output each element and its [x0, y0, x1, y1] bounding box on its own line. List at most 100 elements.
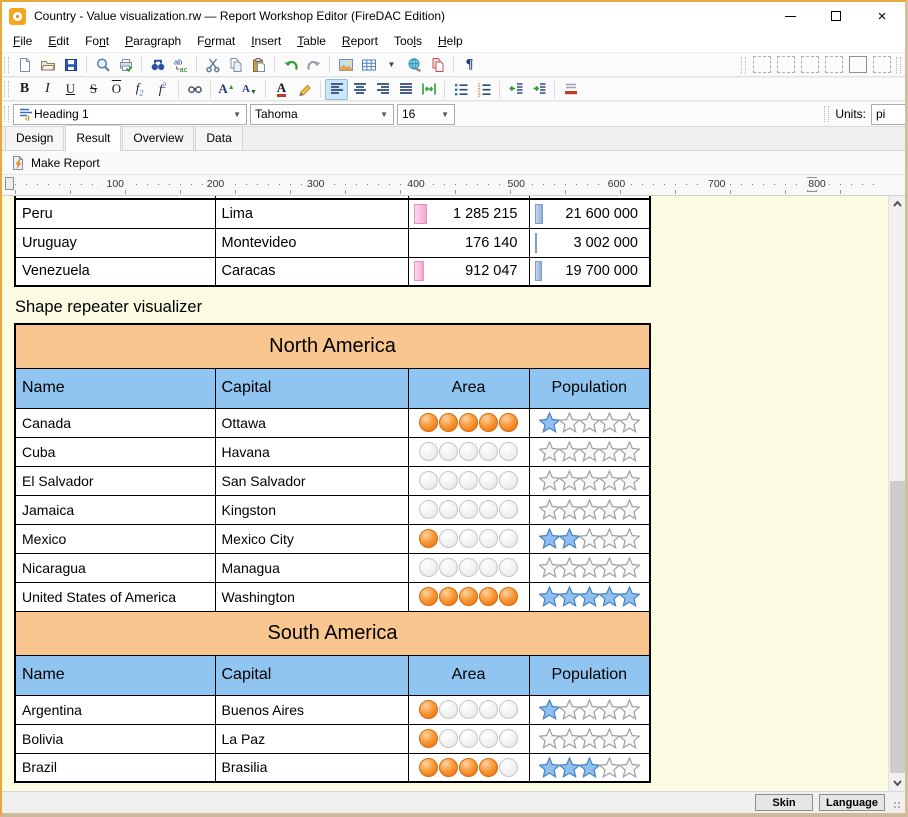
save-button[interactable] [59, 54, 82, 75]
numbered-list-button[interactable]: 123 [472, 79, 495, 100]
maximize-icon [831, 11, 841, 21]
font-name-combo[interactable]: Tahoma ▼ [250, 104, 394, 125]
pilcrow-button[interactable]: ¶ [458, 54, 481, 75]
menu-font[interactable]: Font [77, 31, 117, 51]
scroll-down-button[interactable] [889, 774, 906, 791]
tab-design[interactable]: Design [5, 126, 64, 150]
zoom-button[interactable] [91, 54, 114, 75]
border-4-button[interactable] [825, 56, 843, 73]
star-filled-icon [539, 412, 560, 433]
circle-empty-icon [479, 442, 498, 461]
bullet-list-button[interactable] [449, 79, 472, 100]
menu-paragraph[interactable]: Paragraph [117, 31, 189, 51]
country-name-cell: El Salvador [15, 466, 215, 495]
font-name-value: Tahoma [255, 107, 298, 121]
table-dropdown-button[interactable]: ▼ [380, 54, 403, 75]
menu-tools[interactable]: Tools [386, 31, 430, 51]
hyphenation-button[interactable] [183, 79, 206, 100]
tab-result[interactable]: Result [65, 125, 121, 151]
border-2-button[interactable] [777, 56, 795, 73]
menu-insert[interactable]: Insert [243, 31, 289, 51]
tab-data[interactable]: Data [195, 126, 242, 150]
align-right-button[interactable] [371, 79, 394, 100]
star-empty-icon [599, 470, 620, 491]
bold-button[interactable]: B [13, 79, 36, 100]
insert-image-button[interactable] [334, 54, 357, 75]
hyperlink-button[interactable] [403, 54, 426, 75]
menu-format[interactable]: Format [189, 31, 243, 51]
circle-empty-icon [499, 700, 518, 719]
justify-button[interactable] [394, 79, 417, 100]
underline-icon: U [66, 81, 75, 97]
toolbar-grip [4, 57, 9, 73]
italic-button[interactable]: I [36, 79, 59, 100]
border-5-button[interactable] [849, 56, 867, 73]
star-empty-icon [579, 557, 600, 578]
make-report-button[interactable]: Make Report [31, 156, 100, 170]
outdent-button[interactable] [504, 79, 527, 100]
capital-cell: Lima [215, 199, 408, 228]
close-button[interactable]: × [859, 2, 905, 30]
resize-grip[interactable] [894, 802, 902, 810]
print-button[interactable] [114, 54, 137, 75]
border-3-button[interactable] [801, 56, 819, 73]
new-document-button[interactable] [13, 54, 36, 75]
find-button[interactable] [146, 54, 169, 75]
language-button[interactable]: Language [819, 794, 885, 811]
population-rating-cell [529, 582, 650, 611]
redo-button[interactable] [302, 54, 325, 75]
horizontal-line-button[interactable] [559, 79, 582, 100]
menu-help[interactable]: Help [430, 31, 471, 51]
align-left-button[interactable] [325, 79, 348, 100]
replace-button[interactable]: abac [169, 54, 192, 75]
circle-empty-icon [439, 500, 458, 519]
paste-button[interactable] [247, 54, 270, 75]
ruler-left-marker[interactable] [5, 177, 14, 190]
skin-button[interactable]: Skin [755, 794, 813, 811]
cut-button[interactable] [201, 54, 224, 75]
scrollbar-thumb[interactable] [890, 481, 905, 773]
copy-button[interactable] [224, 54, 247, 75]
area-rating-cell [408, 582, 529, 611]
maximize-button[interactable] [813, 2, 859, 30]
scroll-up-button[interactable] [889, 196, 906, 213]
units-combo[interactable]: pi [871, 104, 908, 125]
toolbar-grip [896, 57, 901, 73]
grow-font-button[interactable]: A▲ [215, 79, 238, 100]
open-button[interactable] [36, 54, 59, 75]
align-center-button[interactable] [348, 79, 371, 100]
fit-width-button[interactable] [417, 79, 440, 100]
subscript-button[interactable]: f2 [128, 79, 151, 100]
border-6-button[interactable] [873, 56, 891, 73]
highlight-button[interactable] [293, 79, 316, 100]
border-1-button[interactable] [753, 56, 771, 73]
vertical-scrollbar[interactable] [888, 196, 905, 791]
capital-cell: Brasilia [215, 753, 408, 782]
font-size-combo[interactable]: 16 ▼ [397, 104, 455, 125]
copy-page-button[interactable] [426, 54, 449, 75]
menu-file[interactable]: File [5, 31, 40, 51]
circle-empty-icon [459, 529, 478, 548]
underline-button[interactable]: U [59, 79, 82, 100]
table-row: VenezuelaCaracas912 04719 700 000 [15, 257, 650, 286]
font-color-button[interactable]: A [270, 79, 293, 100]
menu-edit[interactable]: Edit [40, 31, 77, 51]
zoom-icon [95, 57, 111, 73]
copy-icon [228, 57, 244, 73]
paragraph-style-combo[interactable]: a Heading 1 ▼ [13, 104, 247, 125]
star-empty-icon [619, 499, 640, 520]
superscript-button[interactable]: f2 [151, 79, 174, 100]
menu-table[interactable]: Table [289, 31, 334, 51]
tab-overview[interactable]: Overview [122, 126, 194, 150]
column-header-population: Population [529, 655, 650, 695]
menu-report[interactable]: Report [334, 31, 386, 51]
ruler-mark: 200 [204, 178, 228, 190]
shrink-font-button[interactable]: A▼ [238, 79, 261, 100]
strikethrough-button[interactable]: S [82, 79, 105, 100]
undo-button[interactable] [279, 54, 302, 75]
insert-table-button[interactable] [357, 54, 380, 75]
overline-button[interactable]: O [105, 79, 128, 100]
align-right-icon [375, 81, 391, 97]
indent-button[interactable] [527, 79, 550, 100]
minimize-button[interactable] [767, 2, 813, 30]
